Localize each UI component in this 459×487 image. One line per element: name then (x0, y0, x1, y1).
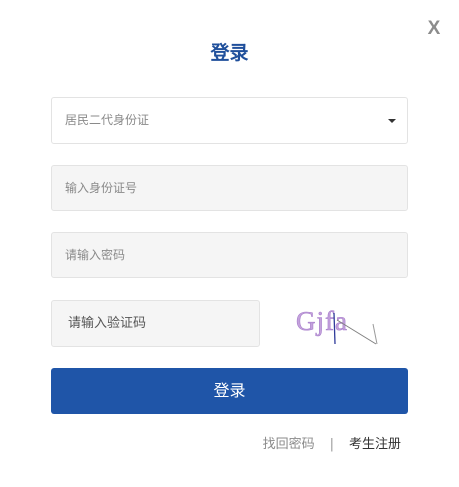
page-title: 登录 (210, 42, 249, 64)
forgot-password-link[interactable]: 找回密码 (263, 437, 315, 452)
close-button[interactable]: X (426, 18, 442, 40)
password-input[interactable]: 请输入密码 (51, 232, 408, 278)
link-separator: | (329, 437, 334, 452)
caret-down-icon (388, 119, 396, 123)
id-number-input[interactable]: 输入身份证号 (51, 165, 408, 211)
captcha-placeholder: 请输入验证码 (68, 316, 147, 331)
login-button[interactable]: 登录 (51, 368, 408, 414)
register-link[interactable]: 考生注册 (349, 437, 401, 452)
captcha-input[interactable]: 请输入验证码 (51, 300, 260, 347)
footer-links: 找回密码 | 考生注册 (263, 436, 401, 454)
password-placeholder: 请输入密码 (65, 248, 126, 262)
captcha-image-text: Gjfa (296, 306, 348, 336)
id-number-placeholder: 输入身份证号 (65, 181, 138, 195)
id-type-selected-value: 居民二代身份证 (65, 113, 150, 127)
captcha-image[interactable]: Gjfa (290, 300, 390, 348)
id-type-select[interactable]: 居民二代身份证 (51, 97, 408, 144)
